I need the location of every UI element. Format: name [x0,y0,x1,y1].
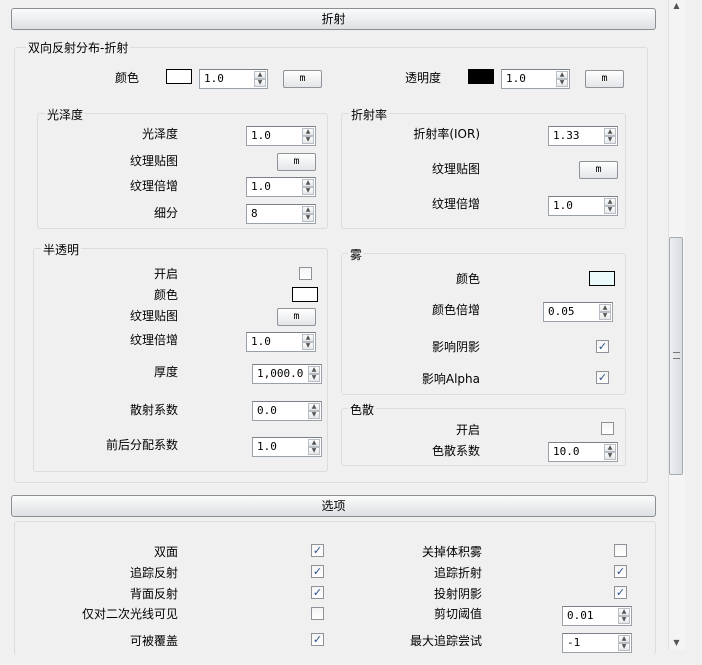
scatter-coefficient-label: 散射系数 [129,403,178,417]
transparency-label: 透明度 [405,71,442,85]
fog-group [341,253,626,395]
trace-reflections-checkbox[interactable]: ✓ [311,565,324,578]
refraction-color-swatch[interactable] [166,69,192,84]
disable-volume-fog-label: 关掉体积雾 [421,545,482,559]
ior-multiplier-label: 纹理倍增 [431,197,480,211]
scrollbar-thumb[interactable] [669,237,683,475]
options-rollout-header[interactable]: 选项 [11,495,656,517]
back-reflect-label: 背面反射 [129,587,178,601]
ior-label: 折射率(IOR) [413,127,480,141]
dispersion-enable-checkbox[interactable] [601,422,614,435]
can-be-overridden-label: 可被覆盖 [129,634,178,648]
cutoff-threshold-label: 剪切阈值 [433,607,482,621]
ior-texture-map-button[interactable]: m [579,161,618,179]
secondary-rays-only-checkbox[interactable] [311,607,324,620]
translucency-multiplier-label: 纹理倍增 [129,333,178,347]
double-sided-checkbox[interactable]: ✓ [311,544,324,557]
ior-group-title: 折射率 [349,106,390,123]
cutoff-threshold-spinner[interactable]: 0.01 ▲ ▼ [562,606,632,626]
translucency-multiplier-spinner[interactable]: 1.0 ▲ ▼ [246,332,316,352]
scatter-coefficient-spinner[interactable]: 0.0 ▲ ▼ [252,401,322,421]
fog-multiplier-label: 颜色倍增 [431,303,480,317]
refraction-color-map-button[interactable]: m [283,70,322,88]
disable-volume-fog-checkbox[interactable] [614,544,627,557]
scroll-up-arrow-icon[interactable]: ▲ [669,1,684,13]
translucency-texture-map-button[interactable]: m [277,308,316,326]
thickness-label: 厚度 [153,365,178,379]
affect-shadows-label: 影响阴影 [431,340,480,354]
affect-shadows-checkbox[interactable]: ✓ [596,340,609,353]
ior-texture-label: 纹理贴图 [431,162,480,176]
thickness-spinner[interactable]: 1,000.0 ▲ ▼ [252,364,322,384]
translucency-color-label: 颜色 [153,288,178,302]
fog-color-label: 颜色 [455,272,480,286]
glossiness-texture-label: 纹理贴图 [129,154,178,168]
fog-color-swatch[interactable] [589,271,615,286]
refraction-color-amount-spinner[interactable]: 1.0 ▲ ▼ [199,69,268,89]
subdivisions-spinner[interactable]: 8 ▲ ▼ [246,204,316,224]
secondary-rays-only-label: 仅对二次光线可见 [81,607,178,621]
transparency-amount-spinner[interactable]: 1.0 ▲ ▼ [501,69,570,89]
transparency-map-button[interactable]: m [585,70,624,88]
translucency-enable-label: 开启 [153,267,178,281]
can-be-overridden-checkbox[interactable]: ✓ [311,633,324,646]
glossiness-label: 光泽度 [141,127,178,141]
max-trace-depth-label: 最大追踪尝试 [409,634,482,648]
affect-alpha-checkbox[interactable]: ✓ [596,371,609,384]
double-sided-label: 双面 [153,545,178,559]
trace-refractions-label: 追踪折射 [433,566,482,580]
translucency-texture-label: 纹理贴图 [129,309,178,323]
grip-icon [673,352,680,359]
refraction-color-label: 颜色 [115,71,140,85]
affect-alpha-label: 影响Alpha [421,372,480,386]
back-reflect-checkbox[interactable]: ✓ [311,586,324,599]
translucency-group-title: 半透明 [41,241,82,258]
trace-refractions-checkbox[interactable]: ✓ [614,565,627,578]
fwd-bck-coefficient-label: 前后分配系数 [105,438,178,452]
translucency-enable-checkbox[interactable] [299,267,312,280]
abbe-number-label: 色散系数 [431,444,480,458]
fog-multiplier-spinner[interactable]: 0.05 ▲ ▼ [543,302,613,322]
transparency-color-swatch[interactable] [468,69,494,84]
dispersion-enable-label: 开启 [455,423,480,437]
glossiness-spinner[interactable]: 1.0 ▲ ▼ [246,126,316,146]
glossiness-group-title: 光泽度 [45,106,86,123]
cast-shadows-checkbox[interactable]: ✓ [614,586,627,599]
glossiness-texture-map-button[interactable]: m [277,153,316,171]
ior-spinner[interactable]: 1.33 ▲ ▼ [548,126,618,146]
refraction-rollout-header[interactable]: 折射 [11,8,656,30]
glossiness-multiplier-spinner[interactable]: 1.0 ▲ ▼ [246,177,316,197]
scroll-down-arrow-icon[interactable]: ▼ [669,638,684,650]
trace-reflections-label: 追踪反射 [129,566,178,580]
max-trace-depth-spinner[interactable]: -1 ▲ ▼ [562,633,632,653]
abbe-number-spinner[interactable]: 10.0 ▲ ▼ [548,442,618,462]
translucency-color-swatch[interactable] [292,287,318,302]
dispersion-group-title: 色散 [348,401,377,418]
fog-group-title: 雾 [348,246,365,263]
glossiness-multiplier-label: 纹理倍增 [129,179,178,193]
cast-shadows-label: 投射阴影 [433,587,482,601]
fwd-bck-coefficient-spinner[interactable]: 1.0 ▲ ▼ [252,437,322,457]
ior-multiplier-spinner[interactable]: 1.0 ▲ ▼ [548,196,618,216]
brdf-refraction-group-title: 双向反射分布-折射 [26,39,131,56]
subdivisions-label: 细分 [153,206,178,220]
